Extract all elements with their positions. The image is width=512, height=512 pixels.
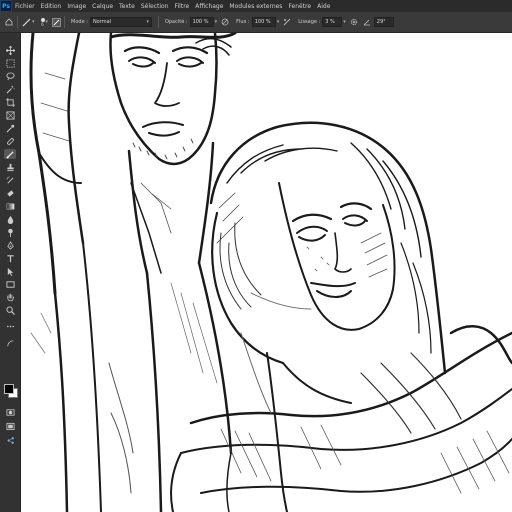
rectangle-tool-icon[interactable] xyxy=(4,279,16,289)
chevron-down-icon[interactable]: ▾ xyxy=(32,19,35,25)
mode-value: Normal xyxy=(92,19,112,25)
smoothing-options-gear-icon[interactable] xyxy=(349,17,359,27)
home-icon[interactable] xyxy=(4,17,14,27)
menu-fichier[interactable]: Fichier xyxy=(12,3,38,10)
menu-image[interactable]: Image xyxy=(64,3,89,10)
smoothing-field[interactable]: 3 % xyxy=(322,17,343,27)
chevron-down-icon[interactable]: ▾ xyxy=(277,19,280,25)
smoothing-label: Lissage : xyxy=(298,19,321,25)
path-selection-tool-icon[interactable] xyxy=(4,266,16,276)
photoshop-logo[interactable]: Ps xyxy=(0,0,12,12)
menu-edition[interactable]: Edition xyxy=(38,3,65,10)
document-canvas[interactable] xyxy=(21,33,512,512)
angle-field[interactable]: 29° xyxy=(373,17,394,27)
blur-tool-icon[interactable] xyxy=(4,214,16,224)
brush-settings-icon[interactable] xyxy=(51,17,61,27)
mode-select[interactable]: Normal ▾ xyxy=(89,17,152,27)
photoshop-window: Ps Fichier Edition Image Calque Texte Sé… xyxy=(0,0,512,512)
brush-tool-preset-icon[interactable] xyxy=(21,17,31,27)
more-tools-icon[interactable] xyxy=(4,321,16,331)
flow-label: Flux : xyxy=(236,19,250,25)
pencil-sketch-artwork xyxy=(29,33,512,512)
chevron-down-icon[interactable]: ▾ xyxy=(343,19,346,25)
gradient-tool-icon[interactable] xyxy=(4,201,16,211)
crop-tool-icon[interactable] xyxy=(4,97,16,107)
hand-tool-icon[interactable] xyxy=(4,292,16,302)
pen-tool-icon[interactable] xyxy=(4,240,16,250)
menu-modules-externes[interactable]: Modules externes xyxy=(226,3,285,10)
history-brush-tool-icon[interactable] xyxy=(4,175,16,185)
pressure-opacity-icon[interactable] xyxy=(220,17,230,27)
chevron-down-icon: ▾ xyxy=(146,19,149,25)
menu-selection[interactable]: Sélection xyxy=(138,3,172,10)
menu-calque[interactable]: Calque xyxy=(89,3,116,10)
zoom-tool-icon[interactable] xyxy=(4,305,16,315)
eyedropper-tool-icon[interactable] xyxy=(4,123,16,133)
tools-panel xyxy=(0,33,21,512)
screen-mode-icon[interactable] xyxy=(4,421,16,431)
eraser-tool-icon[interactable] xyxy=(4,188,16,198)
swap-colors-icon[interactable] xyxy=(4,338,16,348)
menu-aide[interactable]: Aide xyxy=(314,3,333,10)
menu-filtre[interactable]: Filtre xyxy=(172,3,193,10)
options-bar: ▾ 6 ▾ Mode : Normal ▾ Opacité : 100 % ▾ … xyxy=(0,12,512,33)
chevron-down-icon[interactable]: ▾ xyxy=(46,19,49,25)
lasso-tool-icon[interactable] xyxy=(4,71,16,81)
menu-bar: Ps Fichier Edition Image Calque Texte Sé… xyxy=(0,0,512,12)
airbrush-icon[interactable] xyxy=(282,17,292,27)
foreground-color-swatch[interactable] xyxy=(4,384,14,394)
opacity-label: Opacité : xyxy=(164,19,188,25)
menu-texte[interactable]: Texte xyxy=(116,3,138,10)
magic-wand-tool-icon[interactable] xyxy=(4,84,16,94)
dodge-tool-icon[interactable] xyxy=(4,227,16,237)
brush-preset-picker[interactable]: 6 xyxy=(40,17,45,27)
move-tool-icon[interactable] xyxy=(4,45,16,55)
mode-label: Mode : xyxy=(71,19,88,25)
type-tool-icon[interactable] xyxy=(4,253,16,263)
frame-tool-icon[interactable] xyxy=(4,110,16,120)
flow-field[interactable]: 100 % xyxy=(251,17,276,27)
quick-mask-icon[interactable] xyxy=(4,407,16,417)
marquee-tool-icon[interactable] xyxy=(4,58,16,68)
brush-size-value: 6 xyxy=(41,21,44,27)
opacity-field[interactable]: 100 % xyxy=(189,17,214,27)
share-icon[interactable] xyxy=(4,435,16,445)
chevron-down-icon[interactable]: ▾ xyxy=(215,19,218,25)
menu-affichage[interactable]: Affichage xyxy=(192,3,226,10)
brush-angle-icon[interactable] xyxy=(362,17,372,27)
healing-brush-tool-icon[interactable] xyxy=(4,136,16,146)
clone-stamp-tool-icon[interactable] xyxy=(4,162,16,172)
brush-tool-icon[interactable] xyxy=(4,149,16,159)
menu-fenetre[interactable]: Fenêtre xyxy=(285,3,314,10)
